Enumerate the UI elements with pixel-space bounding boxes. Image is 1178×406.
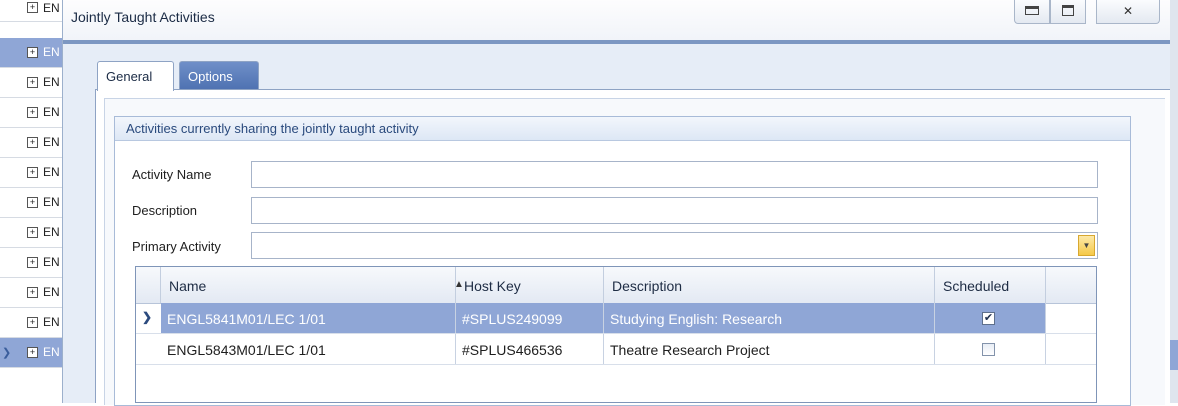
- activity-name-label: Activity Name: [132, 167, 212, 182]
- background-row-label: EN: [43, 105, 60, 119]
- grid-header: Name ▲ Host Key Description Scheduled: [136, 267, 1096, 304]
- cell-description: Theatre Research Project: [604, 334, 935, 364]
- background-row-label: EN: [43, 195, 60, 209]
- maximize-button[interactable]: [1050, 0, 1086, 24]
- background-row-label: EN: [43, 225, 60, 239]
- client-top-border: [63, 40, 1170, 44]
- expand-plus-icon[interactable]: +: [27, 137, 38, 148]
- scheduled-checkbox[interactable]: ✔: [982, 312, 995, 325]
- jointly-taught-activities-dialog: Jointly Taught Activities ✕ General Opti…: [62, 0, 1170, 406]
- background-list-row[interactable]: + EN: [0, 128, 62, 158]
- maximize-icon: [1062, 5, 1074, 16]
- title-bar[interactable]: Jointly Taught Activities ✕: [63, 0, 1170, 40]
- expand-plus-icon[interactable]: +: [27, 317, 38, 328]
- minimize-icon: [1025, 6, 1039, 15]
- background-row-label: EN: [43, 75, 60, 89]
- expand-plus-icon[interactable]: +: [27, 347, 38, 358]
- cell-name: ENGL5843M01/LEC 1/01: [161, 334, 456, 364]
- activities-grid: Name ▲ Host Key Description Scheduled ❯ …: [135, 266, 1097, 403]
- cell-host-key: #SPLUS249099: [456, 303, 604, 333]
- expand-plus-icon[interactable]: +: [27, 77, 38, 88]
- scheduled-checkbox[interactable]: [982, 343, 995, 356]
- expand-plus-icon[interactable]: +: [27, 197, 38, 208]
- background-list-row[interactable]: + EN: [0, 248, 62, 278]
- background-list-row[interactable]: + EN: [0, 98, 62, 128]
- description-label: Description: [132, 203, 198, 218]
- background-list-row[interactable]: + EN: [0, 278, 62, 308]
- combo-dropdown-button[interactable]: ▼: [1078, 235, 1095, 256]
- current-row-arrow-icon: ❯: [142, 310, 153, 324]
- background-list-row[interactable]: + EN: [0, 68, 62, 98]
- background-right-selected: [1170, 340, 1178, 370]
- background-row-label: EN: [43, 1, 60, 15]
- tab-general[interactable]: General: [97, 61, 174, 91]
- background-row-label: EN: [43, 45, 60, 59]
- background-list-row[interactable]: + EN: [0, 0, 62, 22]
- current-row-arrow-icon: ❯: [2, 347, 12, 359]
- table-row[interactable]: ENGL5843M01/LEC 1/01 #SPLUS466536 Theatr…: [136, 334, 1096, 365]
- activity-name-input[interactable]: [251, 161, 1098, 188]
- primary-activity-combo[interactable]: ▼: [251, 232, 1098, 259]
- minimize-button[interactable]: [1014, 0, 1050, 24]
- chevron-down-icon: ▼: [1082, 241, 1091, 250]
- close-icon: ✕: [1122, 4, 1134, 18]
- background-list-row[interactable]: ❯ + EN: [0, 338, 62, 368]
- background-row-label: EN: [43, 165, 60, 179]
- background-row-label: EN: [43, 345, 60, 359]
- column-header-host-key[interactable]: Host Key: [456, 267, 604, 303]
- table-row[interactable]: ❯ ENGL5841M01/LEC 1/01 #SPLUS249099 Stud…: [136, 303, 1096, 334]
- description-input[interactable]: [251, 197, 1098, 224]
- expand-plus-icon[interactable]: +: [27, 47, 38, 58]
- background-list-row[interactable]: + EN: [0, 158, 62, 188]
- tab-options[interactable]: Options: [179, 61, 259, 89]
- background-list-row[interactable]: + EN: [0, 308, 62, 338]
- background-row-label: EN: [43, 255, 60, 269]
- column-header-description[interactable]: Description: [604, 267, 935, 303]
- cell-name: ENGL5841M01/LEC 1/01: [161, 303, 456, 333]
- group-header: Activities currently sharing the jointly…: [115, 117, 1130, 141]
- column-header-name[interactable]: Name ▲: [161, 267, 464, 303]
- background-list-row[interactable]: + EN: [0, 218, 62, 248]
- expand-plus-icon[interactable]: +: [27, 257, 38, 268]
- cell-host-key: #SPLUS466536: [456, 334, 604, 364]
- background-row-label: EN: [43, 315, 60, 329]
- window-title: Jointly Taught Activities: [71, 9, 215, 25]
- background-list-row[interactable]: + EN: [0, 38, 62, 68]
- background-tree-list: + EN + EN + EN + EN + EN + EN + EN + EN + EN + EN + EN ❯ + EN: [0, 0, 62, 403]
- expand-plus-icon[interactable]: +: [27, 107, 38, 118]
- close-button[interactable]: ✕: [1096, 0, 1160, 24]
- column-header-scheduled[interactable]: Scheduled: [935, 267, 1046, 303]
- background-list-row[interactable]: + EN: [0, 188, 62, 218]
- row-indicator-header: [136, 267, 161, 303]
- expand-plus-icon[interactable]: +: [27, 167, 38, 178]
- expand-plus-icon[interactable]: +: [27, 2, 38, 13]
- primary-activity-label: Primary Activity: [132, 239, 221, 254]
- cell-description: Studying English: Research: [604, 303, 935, 333]
- expand-plus-icon[interactable]: +: [27, 287, 38, 298]
- background-row-label: EN: [43, 135, 60, 149]
- expand-plus-icon[interactable]: +: [27, 227, 38, 238]
- background-row-label: EN: [43, 285, 60, 299]
